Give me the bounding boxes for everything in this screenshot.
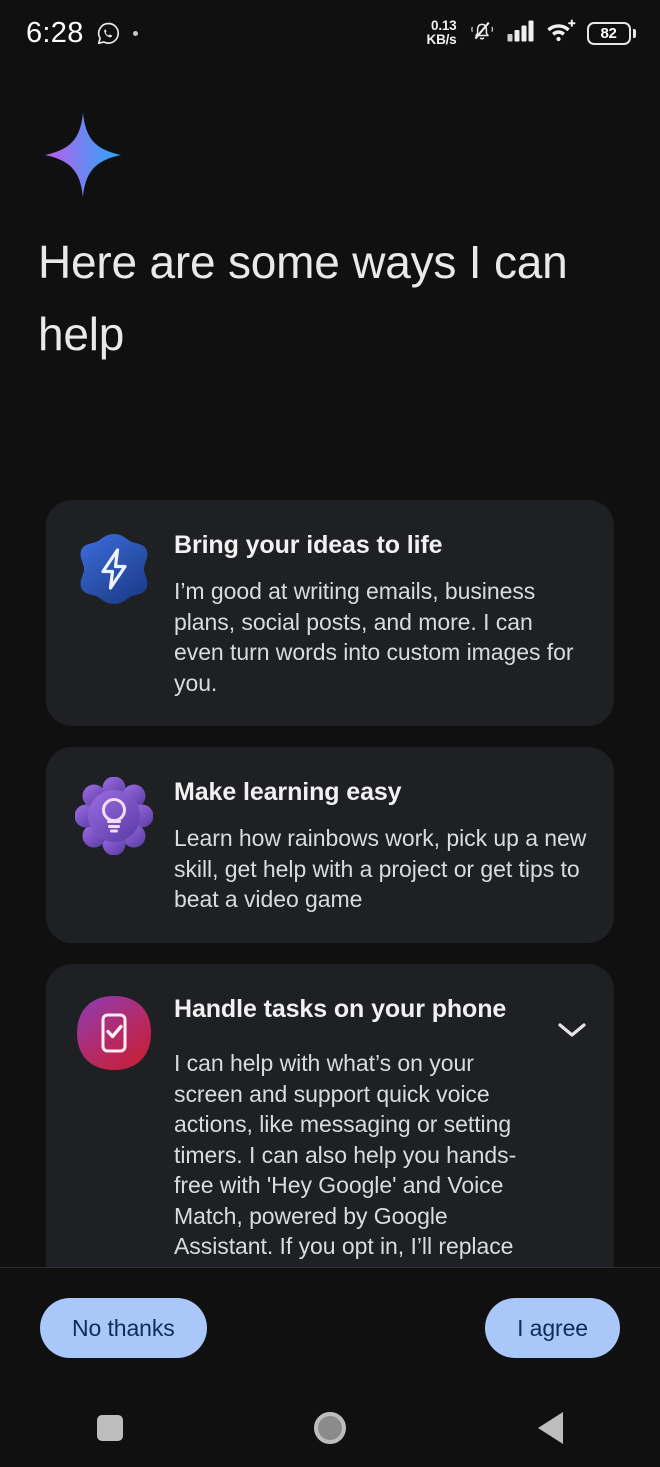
lightning-bolt-blob-icon: [75, 530, 153, 608]
back-button[interactable]: [490, 1398, 610, 1458]
notification-dot-icon: [132, 30, 138, 36]
recents-button[interactable]: [50, 1398, 170, 1458]
status-bar: 6:28 0.13 KB/s 82: [0, 0, 660, 66]
card-handle-tasks-on-your-phone[interactable]: Handle tasks on your phone I can help wi…: [46, 964, 614, 1267]
i-agree-button[interactable]: I agree: [485, 1298, 620, 1358]
recents-square-icon: [97, 1414, 123, 1441]
whatsapp-icon: [96, 21, 121, 46]
card-make-learning-easy[interactable]: Make learning easy Learn how rainbows wo…: [46, 747, 614, 943]
no-thanks-button[interactable]: No thanks: [40, 1298, 207, 1358]
wifi-plus-icon: [546, 19, 576, 48]
cellular-signal-icon: [507, 19, 535, 47]
status-clock: 6:28: [26, 16, 84, 49]
card-body: Learn how rainbows work, pick up a new s…: [174, 825, 587, 912]
phone-check-squircle-icon: [75, 994, 153, 1072]
card-bring-your-ideas-to-life[interactable]: Bring your ideas to life I’m good at wri…: [46, 500, 614, 726]
battery-icon: 82: [586, 21, 636, 45]
card-icon-slot: [72, 528, 156, 608]
card-body: I’m good at writing emails, business pla…: [174, 578, 574, 696]
android-nav-bar: [0, 1388, 660, 1467]
card-title: Bring your ideas to life: [174, 531, 443, 559]
card-icon-slot: [72, 775, 156, 855]
back-triangle-icon: [537, 1411, 563, 1444]
home-button[interactable]: [270, 1398, 390, 1458]
network-speed-indicator: 0.13 KB/s: [427, 19, 457, 47]
card-body: I can help with what’s on your screen an…: [174, 1050, 517, 1267]
status-bar-right: 0.13 KB/s 82: [427, 18, 636, 49]
card-icon-slot: [72, 992, 156, 1072]
network-speed-unit: KB/s: [426, 32, 457, 47]
card-title: Make learning easy: [174, 778, 402, 806]
home-circle-icon: [314, 1411, 346, 1444]
battery-level: 82: [600, 24, 617, 42]
network-speed-value: 0.13: [431, 18, 457, 33]
lightbulb-flower-icon: [75, 777, 153, 855]
card-title: Handle tasks on your phone: [174, 995, 507, 1023]
gemini-sparkle-icon: [44, 112, 122, 203]
bell-muted-icon: [468, 18, 496, 49]
phone-screen: 6:28 0.13 KB/s 82 Here are some ways I c…: [0, 0, 660, 1467]
chevron-down-icon[interactable]: [552, 1010, 592, 1050]
scroll-content[interactable]: Here are some ways I can help Bring your…: [0, 66, 660, 1267]
action-bar: No thanks I agree: [0, 1268, 660, 1388]
status-bar-left: 6:28: [26, 17, 138, 50]
page-title: Here are some ways I can help: [38, 236, 568, 360]
